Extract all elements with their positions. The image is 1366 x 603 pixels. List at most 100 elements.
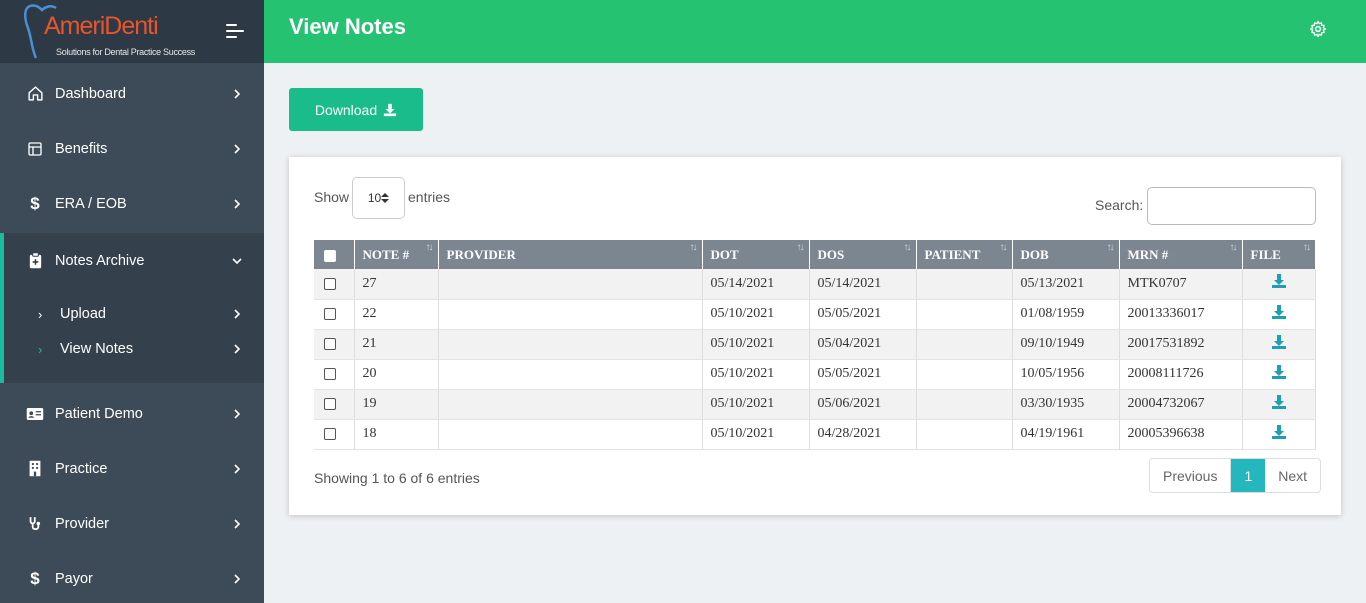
patient-cell	[916, 269, 1013, 300]
download-button-label: Download	[314, 101, 378, 118]
mrn-cell: 20005396638	[1119, 419, 1243, 450]
show-label: Show	[314, 189, 350, 205]
sidebar-item-label: Notes Archive	[55, 252, 145, 269]
sort-icon: ↑↓	[425, 242, 434, 253]
gear-icon[interactable]	[1309, 20, 1327, 38]
sidebar-item-payor[interactable]: $ Payor	[0, 551, 264, 603]
table-info: Showing 1 to 6 of 6 entries	[314, 470, 480, 486]
mrn-cell: 20017531892	[1119, 329, 1243, 360]
provider-cell	[438, 299, 703, 330]
file-cell	[1242, 269, 1316, 300]
dollar-icon: $	[30, 193, 40, 213]
search-input[interactable]	[1147, 187, 1316, 225]
sidebar-item-label: Dashboard	[55, 85, 126, 102]
download-file-icon[interactable]	[1271, 304, 1287, 319]
sidebar-subitem-upload[interactable]: › Upload	[4, 299, 264, 329]
mrn-cell: MTK0707	[1119, 269, 1243, 300]
row-checkbox[interactable]	[324, 307, 336, 320]
patient-cell	[916, 329, 1013, 360]
sort-icon: ↑↓	[1303, 242, 1311, 253]
sidebar-item-dashboard[interactable]: Dashboard	[0, 66, 264, 121]
sidebar-item-provider[interactable]: Provider	[0, 496, 264, 551]
select-all-header[interactable]	[314, 240, 355, 269]
entries-value: 10	[367, 191, 382, 205]
sort-icon: ↑↓	[689, 242, 698, 253]
sort-updown-icon	[381, 193, 390, 203]
download-file-icon[interactable]	[1271, 334, 1287, 349]
column-header-provider[interactable]: PROVIDER ↑↓	[438, 240, 703, 269]
dob-cell: 04/19/1961	[1012, 419, 1120, 450]
download-icon	[384, 103, 397, 116]
entries-label: entries	[408, 189, 451, 205]
sidebar-item-patient-demo[interactable]: Patient Demo	[0, 386, 264, 441]
download-file-icon[interactable]	[1271, 424, 1287, 439]
home-icon	[26, 85, 44, 103]
provider-cell	[438, 359, 703, 390]
provider-cell	[438, 269, 703, 300]
table-row: 21 05/10/2021 05/04/2021 09/10/1949 2001…	[314, 329, 1316, 360]
sidebar-item-era-eob[interactable]: $ ERA / EOB	[0, 176, 264, 231]
table-icon	[26, 140, 44, 158]
provider-cell	[438, 329, 703, 360]
row-checkbox[interactable]	[324, 397, 336, 410]
patient-cell	[916, 299, 1013, 330]
sidebar-item-notes-archive[interactable]: Notes Archive	[0, 233, 264, 288]
id-card-icon	[26, 405, 44, 423]
menu-toggle-icon[interactable]	[226, 24, 246, 40]
sidebar-item-label: Provider	[55, 515, 109, 532]
mrn-cell: 20008111726	[1119, 359, 1243, 390]
row-checkbox[interactable]	[324, 337, 336, 350]
column-header-dot[interactable]: DOT ↑↓	[702, 240, 810, 269]
row-select-cell	[314, 269, 355, 300]
brand-tagline: Solutions for Dental Practice Success	[56, 47, 195, 57]
column-header-mrn[interactable]: MRN # ↑↓	[1119, 240, 1243, 269]
select-all-checkbox[interactable]	[324, 249, 336, 262]
row-checkbox[interactable]	[324, 367, 336, 380]
brand-name: AmeriDenti	[44, 12, 159, 40]
dot-cell: 05/14/2021	[702, 269, 810, 300]
download-file-icon[interactable]	[1271, 364, 1287, 379]
stethoscope-icon	[26, 515, 44, 533]
column-header-dos[interactable]: DOS ↑↓	[809, 240, 917, 269]
dollar-icon: $	[30, 568, 40, 588]
table-row: 20 05/10/2021 05/05/2021 10/05/1956 2000…	[314, 359, 1316, 390]
next-page-button[interactable]: Next	[1265, 459, 1321, 492]
sidebar: AmeriDenti Solutions for Dental Practice…	[0, 0, 264, 603]
chevron-right-icon	[234, 518, 241, 529]
file-cell	[1242, 359, 1316, 390]
column-header-file[interactable]: FILE ↑↓	[1242, 240, 1315, 269]
logo[interactable]: AmeriDenti Solutions for Dental Practice…	[22, 2, 195, 60]
page-title: View Notes	[289, 14, 406, 39]
entries-per-page-select[interactable]: 10	[352, 177, 405, 219]
row-checkbox[interactable]	[324, 277, 336, 290]
column-header-dob[interactable]: DOB ↑↓	[1012, 240, 1120, 269]
download-file-icon[interactable]	[1271, 274, 1287, 289]
chevron-right-icon	[234, 198, 241, 209]
dot-cell: 05/10/2021	[702, 419, 810, 450]
sidebar-item-benefits[interactable]: Benefits	[0, 121, 264, 176]
dob-cell: 03/30/1935	[1012, 389, 1120, 420]
column-header-patient[interactable]: PATIENT ↑↓	[916, 240, 1013, 269]
sidebar-subitem-view-notes[interactable]: › View Notes	[4, 334, 264, 364]
note-number-cell: 18	[354, 419, 439, 450]
page-1-button[interactable]: 1	[1231, 459, 1266, 492]
download-button[interactable]: Download	[289, 88, 423, 131]
row-checkbox[interactable]	[324, 427, 336, 440]
chevron-right-icon	[234, 88, 241, 99]
file-cell	[1242, 419, 1316, 450]
chevron-right-icon	[234, 463, 241, 474]
sidebar-item-practice[interactable]: Practice	[0, 441, 264, 496]
sidebar-item-label: Payor	[55, 570, 93, 587]
dos-cell: 04/28/2021	[809, 419, 917, 450]
search-label: Search:	[1095, 197, 1144, 213]
mrn-cell: 20004732067	[1119, 389, 1243, 420]
notes-archive-submenu: › Upload › View Notes	[0, 288, 264, 383]
note-number-cell: 19	[354, 389, 439, 420]
row-select-cell	[314, 299, 355, 330]
previous-page-button[interactable]: Previous	[1150, 459, 1232, 492]
column-header-note[interactable]: NOTE # ↑↓	[354, 240, 439, 269]
sidebar-subitem-label: Upload	[60, 306, 106, 322]
notes-table: NOTE # ↑↓ PROVIDER ↑↓ DOT ↑↓ DOS ↑↓ PATIENT ↑…	[314, 240, 1316, 450]
sort-icon: ↑↓	[903, 242, 912, 253]
download-file-icon[interactable]	[1271, 394, 1287, 409]
